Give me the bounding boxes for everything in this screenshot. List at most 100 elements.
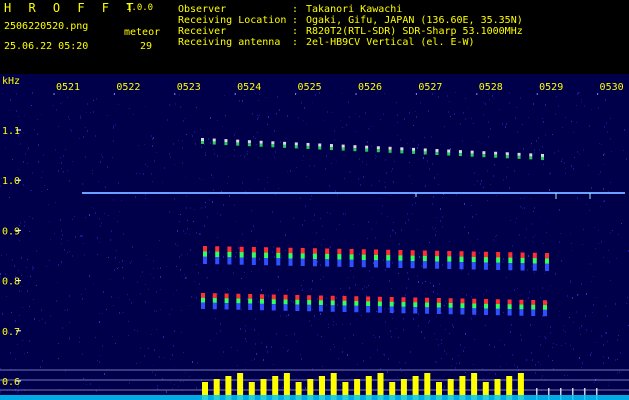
noise-speck <box>129 299 130 300</box>
echo-head <box>377 296 382 303</box>
noise-speck <box>409 112 410 114</box>
noise-speck <box>311 325 312 326</box>
noise-speck <box>60 103 61 104</box>
noise-speck <box>81 235 82 237</box>
meteor-echo <box>259 294 264 311</box>
noise-speck <box>255 318 256 320</box>
noise-speck <box>67 309 68 311</box>
noise-speck <box>102 345 103 347</box>
noise-speck <box>336 229 337 230</box>
noise-speck <box>601 144 602 145</box>
noise-speck <box>99 242 100 243</box>
noise-speck <box>304 220 305 221</box>
echo-mid <box>413 302 418 308</box>
noise-speck <box>373 262 374 264</box>
noise-speck <box>558 105 559 107</box>
noise-speck <box>486 290 487 292</box>
noise-speck <box>217 237 218 238</box>
echo-tail <box>247 143 251 147</box>
noise-speck <box>359 158 360 160</box>
noise-speck <box>106 309 107 310</box>
meteor-echo <box>460 298 465 315</box>
noise-speck <box>166 266 167 267</box>
noise-speck <box>195 143 196 145</box>
meteor-echo <box>388 146 392 153</box>
noise-speck <box>603 201 604 202</box>
echo-head <box>300 248 305 255</box>
meteor-echo <box>400 147 404 154</box>
noise-speck <box>113 127 114 129</box>
echo-mid <box>545 258 549 264</box>
noise-speck <box>1 255 2 256</box>
meteor-echo <box>300 248 305 266</box>
noise-speck <box>0 277 1 278</box>
noise-speck <box>603 188 604 190</box>
noise-speck <box>394 161 395 162</box>
noise-speck <box>217 213 218 214</box>
noise-speck <box>254 358 255 360</box>
noise-speck <box>552 347 553 348</box>
noise-speck <box>433 229 434 230</box>
noise-speck <box>595 248 596 249</box>
noise-speck <box>9 110 10 111</box>
noise-speck <box>41 177 42 178</box>
noise-speck <box>406 373 407 374</box>
noise-speck <box>133 114 134 115</box>
noise-speck <box>181 310 182 311</box>
meteor-echo <box>401 297 406 314</box>
noise-speck <box>340 120 341 121</box>
noise-speck <box>445 329 446 330</box>
noise-speck <box>180 106 181 108</box>
meteor-echo <box>483 251 488 270</box>
noise-speck <box>61 230 62 232</box>
noise-speck <box>604 200 605 202</box>
noise-speck <box>9 197 10 198</box>
noise-speck <box>239 100 240 102</box>
noise-speck <box>223 256 224 258</box>
noise-speck <box>544 336 545 337</box>
noise-speck <box>466 294 467 296</box>
echo-mid <box>472 303 477 309</box>
noise-speck <box>540 217 541 218</box>
noise-speck <box>180 269 181 271</box>
noise-speck <box>27 259 28 260</box>
noise-speck <box>183 230 184 232</box>
noise-speck <box>580 334 581 335</box>
meteor-echo <box>283 294 288 311</box>
noise-speck <box>529 291 530 293</box>
noise-speck <box>506 364 507 365</box>
noise-speck <box>242 182 243 184</box>
noise-speck <box>118 297 119 298</box>
noise-speck <box>516 107 517 108</box>
noise-speck <box>244 156 245 158</box>
echo-tail <box>531 309 536 316</box>
noise-speck <box>21 275 22 276</box>
noise-speck <box>577 294 578 296</box>
echo-mid <box>398 255 403 261</box>
meteor-echo <box>341 144 345 151</box>
time-tick-label: 0521 <box>56 82 80 93</box>
noise-speck <box>285 234 286 236</box>
noise-speck <box>37 119 38 120</box>
noise-speck <box>611 151 612 152</box>
noise-speck <box>189 376 190 377</box>
noise-speck <box>384 308 385 310</box>
noise-speck <box>155 374 156 376</box>
echo-tail <box>201 141 204 144</box>
noise-speck <box>515 222 516 223</box>
noise-speck <box>82 235 83 237</box>
echo-head <box>342 296 347 302</box>
noise-speck <box>240 155 241 156</box>
noise-speck <box>312 280 313 282</box>
noise-speck <box>315 94 316 96</box>
noise-speck <box>135 196 136 198</box>
noise-speck <box>581 325 582 327</box>
noise-speck <box>422 282 423 284</box>
noise-speck <box>608 250 609 251</box>
noise-speck <box>436 316 437 317</box>
noise-speck <box>197 362 198 364</box>
noise-speck <box>473 123 474 124</box>
echo-tail <box>495 308 500 316</box>
noise-speck <box>447 95 448 97</box>
noise-speck <box>383 113 384 115</box>
